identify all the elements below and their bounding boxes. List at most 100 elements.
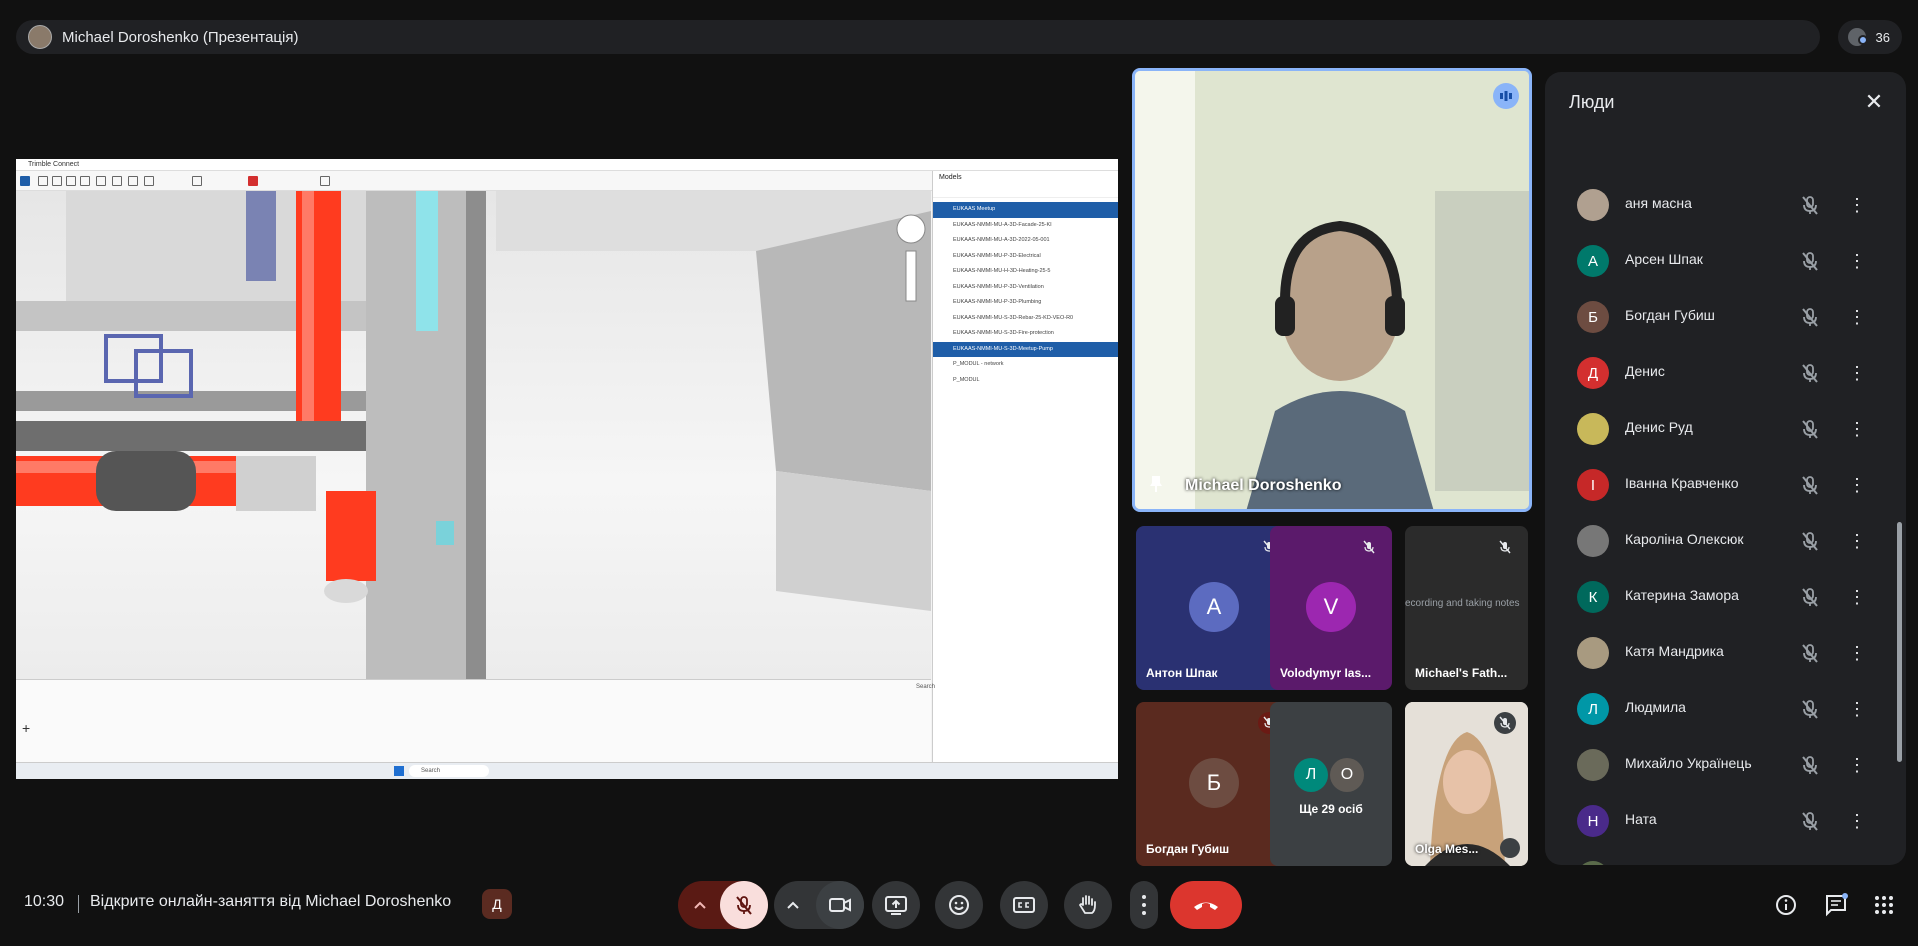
meeting-info-button[interactable] [1774, 893, 1798, 917]
views-search[interactable]: Search [916, 684, 936, 692]
tile-bohdan[interactable]: Б Богдан Губиш [1136, 702, 1292, 866]
os-search[interactable]: Search [409, 765, 489, 777]
tile-more-participants[interactable]: Л О Ще 29 осіб [1270, 702, 1392, 866]
model-row[interactable]: EUKAAS Meetup [933, 202, 1118, 218]
participant-row[interactable]: Д Денис ⋮ [1545, 345, 1906, 401]
more-dot-icon [1142, 911, 1146, 915]
captions-button[interactable] [1000, 881, 1048, 929]
shared-screen[interactable]: Trimble Connect Models EUKAAS Meetup EUK… [16, 159, 1118, 779]
participant-more-icon[interactable]: ⋮ [1845, 417, 1869, 441]
participant-more-icon[interactable]: ⋮ [1845, 529, 1869, 553]
layers-icon[interactable] [128, 176, 138, 186]
participant-more-icon[interactable]: ⋮ [1845, 193, 1869, 217]
main-video-tile[interactable]: Michael Doroshenko [1132, 68, 1532, 512]
participant-row[interactable]: Л Людмила ⋮ [1545, 681, 1906, 737]
windows-start-icon[interactable] [394, 766, 404, 776]
participant-row[interactable]: Б Богдан Губиш ⋮ [1545, 289, 1906, 345]
more-options-button[interactable] [1130, 881, 1158, 929]
select-icon[interactable] [38, 176, 48, 186]
chat-button[interactable] [1824, 893, 1848, 917]
participant-more-icon[interactable]: ⋮ [1845, 585, 1869, 609]
camera-toggle-button[interactable] [816, 881, 864, 929]
measure-icon[interactable] [80, 176, 90, 186]
presenter-bar[interactable]: Michael Doroshenko (Презентація) [16, 20, 1820, 54]
participant-avatar [1577, 413, 1609, 445]
participant-avatar: А [1577, 245, 1609, 277]
model-row[interactable]: EUKAAS-NMMI-MU-A-3D-Facade-25-KI [933, 218, 1118, 234]
participant-row[interactable]: І Іванна Кравченко ⋮ [1545, 457, 1906, 513]
clip-icon[interactable] [192, 176, 202, 186]
tile-volodymyr[interactable]: V Volodymyr Ias... [1270, 526, 1392, 690]
participant-more-icon[interactable]: ⋮ [1845, 361, 1869, 385]
crop-icon[interactable] [66, 176, 76, 186]
mic-off-icon [1798, 417, 1822, 441]
models-panel[interactable]: Models EUKAAS Meetup EUKAAS-NMMI-MU-A-3D-… [932, 171, 1118, 769]
participant-row[interactable]: аня масна ⋮ [1545, 177, 1906, 233]
participant-more-icon[interactable]: ⋮ [1845, 249, 1869, 273]
models-filter[interactable] [933, 184, 1118, 198]
people-panel[interactable]: Люди ✕ аня масна ⋮ А Арсен Шпак ⋮ Б Богдан Губ… [1545, 72, 1906, 865]
model-row[interactable]: EUKAAS-NMMI-MU-P-3D-Ventilation [933, 280, 1118, 296]
participant-row[interactable]: Олександр Боднар⋮ [1545, 849, 1906, 865]
model-row[interactable]: EUKAAS-NMMI-MU-S-3D-Rebar-25-KD-VEO-R0 [933, 311, 1118, 327]
model-row[interactable]: P_MODUL - network [933, 357, 1118, 373]
mic-off-icon [1798, 809, 1822, 833]
hand-icon [1078, 895, 1096, 914]
close-icon[interactable]: ✕ [1862, 90, 1886, 114]
participant-row[interactable]: Н Ната ⋮ [1545, 793, 1906, 849]
view-icon[interactable] [112, 176, 122, 186]
tile-olga[interactable]: Olga Mes... [1405, 702, 1528, 866]
participant-row[interactable]: Денис Руд ⋮ [1545, 401, 1906, 457]
model-row[interactable]: EUKAAS-NMMI-MU-A-3D-2022-05-001 [933, 233, 1118, 249]
pin-icon[interactable] [1149, 475, 1163, 493]
participant-row[interactable]: Михайло Українець ⋮ [1545, 737, 1906, 793]
color-icon[interactable] [248, 176, 258, 186]
model-row[interactable]: EUKAAS-NMMI-MU-P-3D-Electrical [933, 249, 1118, 265]
participant-row[interactable]: А Арсен Шпак ⋮ [1545, 233, 1906, 289]
raise-hand-button[interactable] [1064, 881, 1112, 929]
model-row[interactable]: EUKAAS-NMMI-MU-H-3D-Heating-25-5 [933, 264, 1118, 280]
app-titlebar: Trimble Connect [16, 159, 1118, 171]
participant-more-icon[interactable]: ⋮ [1845, 697, 1869, 721]
participant-more-icon[interactable]: ⋮ [1845, 809, 1869, 833]
leave-call-button[interactable] [1170, 881, 1242, 929]
meeting-badge[interactable]: Д [482, 889, 512, 919]
tile-anton[interactable]: А Антон Шпак [1136, 526, 1292, 690]
more-dot-icon [1142, 895, 1146, 899]
participant-more-icon[interactable]: ⋮ [1845, 473, 1869, 497]
box-select-icon[interactable] [52, 176, 62, 186]
participant-count-button[interactable]: 36 [1838, 20, 1902, 54]
mic-group[interactable] [678, 881, 768, 929]
camera-group[interactable] [774, 881, 864, 929]
fit-icon[interactable] [144, 176, 154, 186]
participant-row[interactable]: Катя Мандрика ⋮ [1545, 625, 1906, 681]
participant-row[interactable]: К Катерина Замора ⋮ [1545, 569, 1906, 625]
model-row[interactable]: EUKAAS-NMMI-MU-S-3D-Fire-protection [933, 326, 1118, 342]
undo-icon[interactable] [320, 176, 330, 186]
people-scrollbar[interactable] [1897, 522, 1902, 762]
mic-options-chevron-icon[interactable] [690, 895, 710, 915]
tile-avatar: Б [1189, 758, 1239, 808]
model-row[interactable]: P_MODUL [933, 373, 1118, 389]
model-row[interactable]: EUKAAS-NMMI-MU-P-3D-Plumbing [933, 295, 1118, 311]
reactions-button[interactable] [935, 881, 983, 929]
present-screen-button[interactable] [872, 881, 920, 929]
tile-notetaker[interactable]: ecording and taking notes Michael's Fath… [1405, 526, 1528, 690]
views-pane[interactable]: Search + [16, 679, 935, 769]
tile-name: Volodymyr Ias... [1280, 666, 1372, 680]
mic-toggle-button[interactable] [720, 881, 768, 929]
section-icon[interactable] [96, 176, 106, 186]
apps-grid-icon [1875, 896, 1893, 914]
back-icon[interactable] [20, 176, 30, 186]
participant-more-icon[interactable]: ⋮ [1845, 641, 1869, 665]
add-view-icon[interactable]: + [22, 720, 30, 736]
model-row[interactable]: EUKAAS-NMMI-MU-S-3D-Meetup-Pump [933, 341, 1118, 357]
participant-row[interactable]: Кароліна Олексюк ⋮ [1545, 513, 1906, 569]
model-viewport[interactable] [16, 191, 931, 679]
more-participants-label: Ще 29 осіб [1299, 802, 1363, 816]
participant-more-icon[interactable]: ⋮ [1845, 753, 1869, 777]
activities-button[interactable] [1872, 893, 1896, 917]
camera-options-chevron-icon[interactable] [786, 895, 800, 920]
mic-off-icon [1798, 193, 1822, 217]
participant-more-icon[interactable]: ⋮ [1845, 305, 1869, 329]
